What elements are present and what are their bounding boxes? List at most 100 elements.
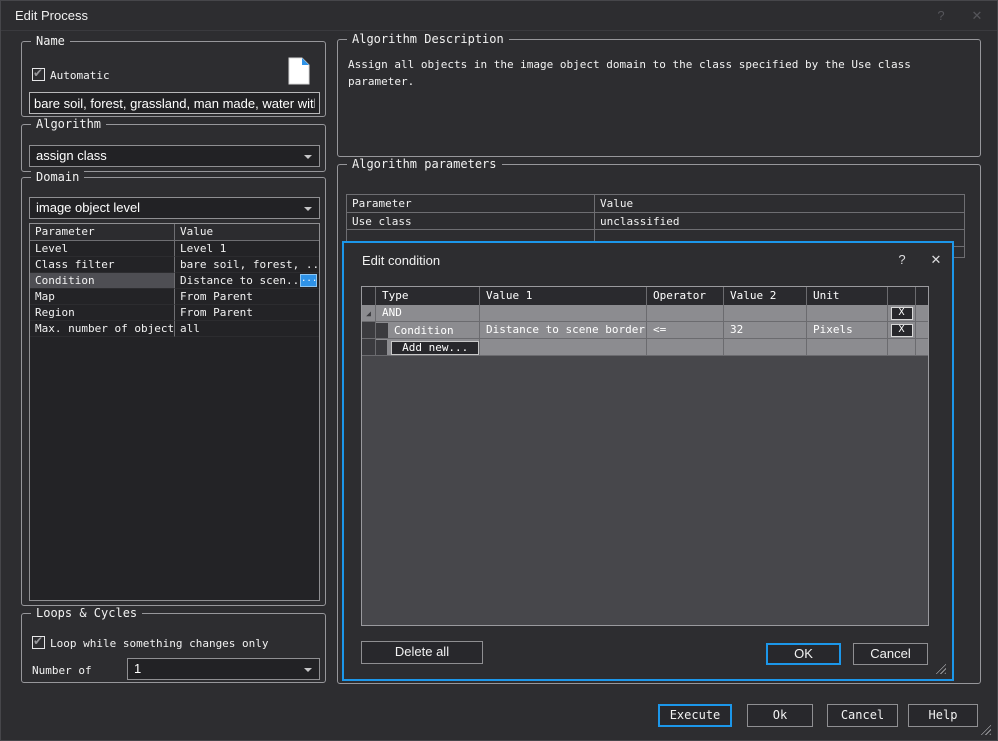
resize-grip[interactable]	[978, 722, 991, 735]
delete-all-button[interactable]: Delete all	[361, 641, 483, 664]
delete-row-button[interactable]: X	[891, 324, 913, 337]
unit-cell[interactable]: Pixels	[807, 322, 888, 339]
table-row[interactable]: Map From Parent	[30, 289, 319, 305]
value2-cell	[724, 339, 807, 356]
resize-grip[interactable]	[933, 661, 946, 674]
automatic-checkbox[interactable]: ✔	[32, 68, 45, 81]
value2-cell[interactable]: 32	[724, 322, 807, 339]
table-row[interactable]: Max. number of objects all	[30, 321, 319, 337]
tree-expander-icon[interactable]: ◢	[366, 309, 371, 318]
param-cell[interactable]: Max. number of objects	[30, 321, 175, 337]
type-cell[interactable]: Condition	[376, 322, 480, 339]
close-icon[interactable]: ✕	[967, 8, 987, 24]
help-icon[interactable]: ?	[931, 8, 951, 23]
parameters-group-label: Algorithm parameters	[347, 157, 502, 171]
value1-cell[interactable]	[480, 305, 647, 322]
param-cell[interactable]: Level	[30, 241, 175, 257]
spacer-cell	[916, 322, 928, 339]
algorithm-dropdown[interactable]: assign class	[29, 145, 320, 167]
operator-cell[interactable]	[647, 305, 724, 322]
column-header[interactable]: Value 2	[724, 287, 807, 305]
param-cell[interactable]: Condition	[30, 273, 175, 289]
column-header[interactable]: Operator	[647, 287, 724, 305]
value1-cell[interactable]: Distance to scene border	[480, 322, 647, 339]
add-new-button[interactable]: Add new...	[391, 341, 479, 355]
and-group-row[interactable]: ◢ AND X	[362, 305, 928, 322]
table-header-row: Parameter Value	[347, 195, 964, 213]
value-cell[interactable]: From Parent	[175, 305, 319, 321]
table-row[interactable]: Use class unclassified	[347, 213, 964, 230]
algorithm-dropdown-value: assign class	[36, 148, 107, 163]
cancel-button[interactable]: Cancel	[853, 643, 928, 665]
tree-cell[interactable]: ◢	[362, 305, 376, 322]
column-header[interactable]: Unit	[807, 287, 888, 305]
help-icon[interactable]: ?	[893, 252, 911, 267]
type-cell[interactable]: AND	[376, 305, 480, 322]
algorithm-group-label: Algorithm	[31, 117, 106, 131]
edit-condition-dialog: Edit condition ? ✕ Type Value 1 Operator…	[342, 241, 954, 681]
process-name-input[interactable]	[29, 92, 320, 114]
algorithm-description-text: Assign all objects in the image object d…	[348, 56, 972, 90]
loop-while-label: Loop while something changes only	[50, 637, 269, 650]
value-cell[interactable]: Distance to scen... ...	[175, 273, 319, 289]
automatic-label: Automatic	[50, 69, 110, 82]
column-header[interactable]: Value	[595, 195, 964, 213]
name-group-label: Name	[31, 34, 70, 48]
condition-table: Type Value 1 Operator Value 2 Unit ◢ AND…	[361, 286, 929, 626]
table-header-row: Parameter Value	[30, 224, 319, 241]
add-new-row: Add new...	[362, 339, 928, 356]
value-cell[interactable]: all	[175, 321, 319, 337]
titlebar[interactable]: Edit Process ? ✕	[1, 1, 997, 31]
column-header[interactable]: Parameter	[30, 224, 175, 241]
column-header[interactable]: Type	[376, 287, 480, 305]
value-cell[interactable]: Level 1	[175, 241, 319, 257]
operator-cell[interactable]: <=	[647, 322, 724, 339]
table-row[interactable]: Region From Parent	[30, 305, 319, 321]
help-button[interactable]: Help	[908, 704, 978, 727]
unit-cell[interactable]	[807, 305, 888, 322]
close-icon[interactable]: ✕	[927, 252, 945, 268]
ok-button[interactable]: Ok	[747, 704, 813, 727]
table-row[interactable]: Class filter bare soil, forest, ...	[30, 257, 319, 273]
table-row[interactable]: Level Level 1	[30, 241, 319, 257]
column-header-spacer	[916, 287, 928, 305]
spacer-cell	[916, 305, 928, 322]
number-of-label: Number of	[32, 664, 92, 677]
number-of-dropdown[interactable]: 1	[127, 658, 320, 680]
value-cell[interactable]: bare soil, forest, ...	[175, 257, 319, 273]
domain-dropdown[interactable]: image object level	[29, 197, 320, 219]
domain-group: Domain image object level Parameter Valu…	[21, 177, 326, 606]
param-cell[interactable]: Use class	[347, 213, 595, 230]
column-header[interactable]: Value 1	[480, 287, 647, 305]
condition-value-text: Distance to scen...	[180, 274, 306, 287]
condition-type-text: Condition	[388, 323, 454, 338]
delete-cell: X	[888, 322, 916, 339]
loops-group-label: Loops & Cycles	[31, 606, 142, 620]
value2-cell[interactable]	[724, 305, 807, 322]
value-cell[interactable]: From Parent	[175, 289, 319, 305]
param-cell[interactable]: Map	[30, 289, 175, 305]
tree-cell	[362, 339, 376, 356]
param-cell[interactable]: Class filter	[30, 257, 175, 273]
chevron-down-icon	[304, 155, 312, 159]
domain-parameter-table: Parameter Value Level Level 1 Class filt…	[29, 223, 320, 601]
ok-button[interactable]: OK	[766, 643, 841, 665]
browse-ellipsis-button[interactable]: ...	[300, 274, 317, 287]
column-header[interactable]: Value	[175, 224, 319, 241]
cancel-button[interactable]: Cancel	[827, 704, 898, 727]
loop-while-checkbox[interactable]: ✔	[32, 636, 45, 649]
delete-row-button[interactable]: X	[891, 307, 913, 320]
type-cell: Add new...	[376, 339, 480, 356]
tree-column-header	[362, 287, 376, 305]
condition-row[interactable]: Condition Distance to scene border <= 32…	[362, 322, 928, 339]
new-document-icon[interactable]	[288, 57, 310, 85]
execute-button[interactable]: Execute	[658, 704, 732, 727]
param-cell[interactable]: Region	[30, 305, 175, 321]
value-cell[interactable]: unclassified	[595, 213, 964, 230]
column-header[interactable]: Parameter	[347, 195, 595, 213]
column-header-delete	[888, 287, 916, 305]
name-group: Name ✔ Automatic	[21, 41, 326, 117]
table-row-condition-selected[interactable]: Condition Distance to scen... ...	[30, 273, 319, 289]
operator-cell	[647, 339, 724, 356]
check-icon: ✔	[33, 66, 43, 80]
